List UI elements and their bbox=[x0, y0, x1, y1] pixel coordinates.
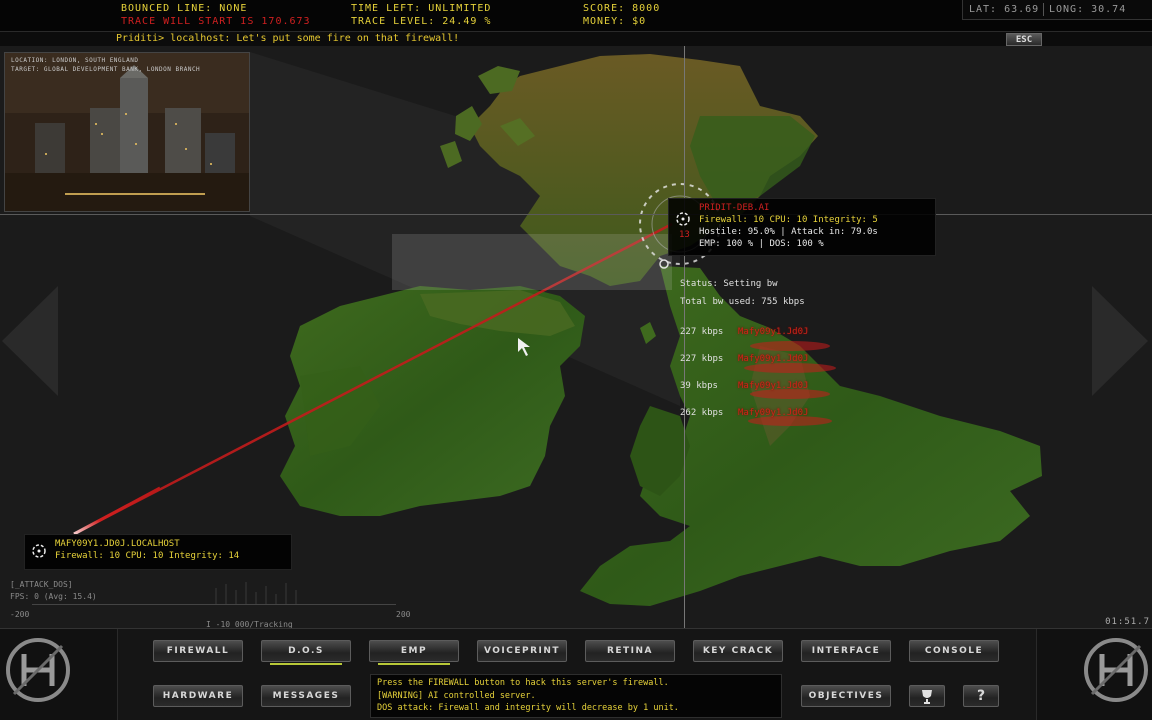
hardware-button[interactable]: HARDWARE bbox=[153, 685, 243, 707]
lat-readout: LAT: 63.69 bbox=[969, 4, 1040, 15]
dos-row-bw: 227 kbps bbox=[680, 354, 724, 364]
esc-button[interactable]: ESC bbox=[1006, 33, 1042, 46]
local-node-firewall: Firewall: 10 CPU: 10 Integrity: 14 bbox=[55, 551, 240, 561]
dos-button[interactable]: D.O.S bbox=[261, 640, 351, 665]
dos-row-target: Mafy09y1.Jd0J bbox=[738, 354, 809, 364]
target-node-emp-dos: EMP: 100 % | DOS: 100 % bbox=[699, 239, 824, 249]
emp-button[interactable]: EMP bbox=[369, 640, 459, 665]
dos-row-target: Mafy09y1.Jd0J bbox=[738, 408, 809, 418]
top-hud: BOUNCED LINE: NONE TRACE WILL START IS 1… bbox=[0, 0, 1152, 32]
objectives-button[interactable]: OBJECTIVES bbox=[801, 685, 891, 707]
target-camera-feed: LOCATION: LONDON, SOUTH ENGLAND TARGET: … bbox=[4, 52, 250, 212]
trophy-button[interactable] bbox=[909, 685, 945, 707]
local-node-title: MAFY09Y1.JD0J.LOCALHOST bbox=[55, 539, 180, 549]
chat-message: Priditi> localhost: Let's put some fire … bbox=[116, 33, 460, 44]
interface-button[interactable]: INTERFACE bbox=[801, 640, 891, 662]
help-text-box: Press the FIREWALL button to hack this s… bbox=[370, 674, 782, 718]
trace-start: TRACE WILL START IS 170.673 bbox=[121, 16, 311, 27]
score: SCORE: 8000 bbox=[583, 3, 661, 14]
local-node-info[interactable]: MAFY09Y1.JD0J.LOCALHOST Firewall: 10 CPU… bbox=[24, 534, 292, 570]
help-line: [WARNING] AI controlled server. bbox=[377, 690, 536, 701]
camera-target: TARGET: GLOBAL DEVELOPMENT BANK, LONDON … bbox=[11, 66, 201, 73]
graph-fps: FPS: 0 (Avg: 15.4) bbox=[10, 592, 97, 601]
dos-row-target: Mafy09y1.Jd0J bbox=[738, 327, 809, 337]
long-readout: LONG: 30.74 bbox=[1049, 4, 1127, 15]
crosshair-icon bbox=[32, 544, 46, 558]
logo-icon bbox=[1084, 638, 1148, 702]
graph-center-label: I -10 000/Tracking bbox=[206, 620, 293, 628]
target-node-title: PRIDIT-DEB.AI bbox=[699, 203, 770, 213]
messages-button[interactable]: MESSAGES bbox=[261, 685, 351, 707]
retina-button[interactable]: RETINA bbox=[585, 640, 675, 662]
dos-row-target: Mafy09y1.Jd0J bbox=[738, 381, 809, 391]
target-node-info[interactable]: PRIDIT-DEB.AI Firewall: 10 CPU: 10 Integ… bbox=[668, 198, 936, 256]
help-line: DOS attack: Firewall and integrity will … bbox=[377, 703, 679, 713]
trophy-icon bbox=[922, 690, 932, 704]
key-crack-button[interactable]: KEY CRACK bbox=[693, 640, 783, 662]
dos-row-bw: 227 kbps bbox=[680, 327, 724, 337]
game-clock: 01:51.7 bbox=[1105, 617, 1150, 627]
graph-right-tick: 200 bbox=[396, 610, 411, 619]
graph-title: [_ATTACK_DOS] bbox=[10, 580, 73, 589]
help-button[interactable]: ? bbox=[963, 685, 999, 707]
logo-icon bbox=[6, 638, 70, 702]
target-node-firewall: Firewall: 10 CPU: 10 Integrity: 5 bbox=[699, 215, 878, 225]
dos-status: Status: Setting bw bbox=[680, 279, 778, 289]
bounced-line: BOUNCED LINE: NONE bbox=[121, 3, 248, 14]
right-arrow-icon[interactable] bbox=[1090, 286, 1150, 396]
camera-location: LOCATION: LONDON, SOUTH ENGLAND bbox=[11, 57, 139, 64]
firewall-button[interactable]: FIREWALL bbox=[153, 640, 243, 662]
attack-graph: [_ATTACK_DOS] FPS: 0 (Avg: 15.4) -200 20… bbox=[6, 576, 410, 628]
left-arrow-icon[interactable] bbox=[0, 286, 60, 396]
help-line: Press the FIREWALL button to hack this s… bbox=[377, 678, 669, 688]
world-map[interactable]: LOCATION: LONDON, SOUTH ENGLAND TARGET: … bbox=[0, 46, 1152, 628]
voiceprint-button[interactable]: VOICEPRINT bbox=[477, 640, 567, 662]
message-bar: Priditi> localhost: Let's put some fire … bbox=[0, 32, 1152, 46]
dos-row-bw: 39 kbps bbox=[680, 381, 718, 391]
lat-long-readout: LAT: 63.69 LONG: 30.74 bbox=[962, 0, 1152, 20]
crosshair-icon bbox=[676, 212, 690, 226]
time-left: TIME LEFT: UNLIMITED bbox=[351, 3, 492, 14]
money: MONEY: $0 bbox=[583, 16, 647, 27]
dos-row-bw: 262 kbps bbox=[680, 408, 724, 418]
trace-level: TRACE LEVEL: 24.49 % bbox=[351, 16, 492, 27]
console-button[interactable]: CONSOLE bbox=[909, 640, 999, 662]
target-node-marker: 13 bbox=[679, 230, 690, 240]
graph-left-tick: -200 bbox=[10, 610, 30, 619]
dos-total-bw: Total bw used: 755 kbps bbox=[680, 297, 805, 307]
target-node-hostile: Hostile: 95.0% | Attack in: 79.0s bbox=[699, 227, 878, 237]
